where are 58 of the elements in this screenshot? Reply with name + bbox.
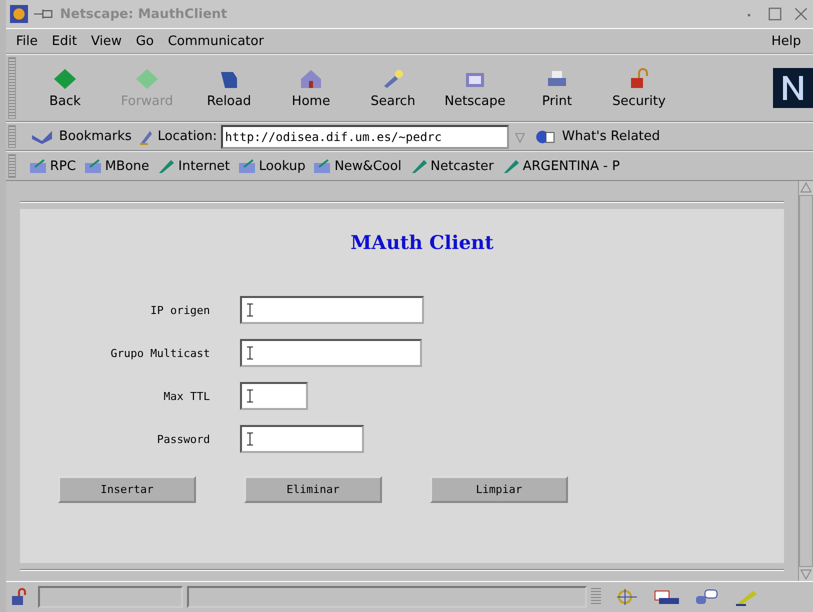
toolbar-button[interactable]: Security <box>598 68 680 108</box>
bookmark-link[interactable]: Internet <box>154 158 233 174</box>
toolbar-button[interactable]: Search <box>352 68 434 108</box>
menu-item[interactable]: File <box>10 34 46 48</box>
input-field[interactable] <box>240 425 364 453</box>
field-label: Password <box>156 432 211 446</box>
folder-icon <box>313 158 332 174</box>
bookmark-link[interactable]: RPC <box>26 158 79 174</box>
close-icon[interactable] <box>793 6 809 22</box>
input-field[interactable] <box>240 296 424 324</box>
bookmarks-button[interactable]: Bookmarks <box>28 128 134 144</box>
menu-item[interactable]: Communicator <box>162 34 272 48</box>
maximize-icon[interactable] <box>767 6 783 22</box>
bookmark-link[interactable]: Lookup <box>234 158 308 174</box>
bookmark-link[interactable]: Netcaster <box>406 158 497 174</box>
toolbar-button[interactable]: Home <box>270 68 352 108</box>
text-cursor-icon <box>246 432 254 446</box>
app-icon <box>10 5 28 23</box>
input-field[interactable] <box>240 382 308 410</box>
toolbar-grip[interactable] <box>8 57 16 119</box>
url-field[interactable]: http://odisea.dif.um.es/~pedrc <box>221 124 510 148</box>
text-cursor-icon <box>246 389 254 403</box>
menu-item[interactable]: Help <box>765 34 809 48</box>
form-button[interactable]: Eliminar <box>244 476 382 503</box>
page-heading: MAuth Client <box>349 231 495 256</box>
toolbar-button[interactable]: Reload <box>188 68 270 108</box>
toolbar-grip[interactable] <box>8 154 16 178</box>
form-button[interactable]: Limpiar <box>430 476 568 503</box>
toolbar-button[interactable]: Back <box>24 68 106 108</box>
logo-icon[interactable] <box>773 68 813 108</box>
text-cursor-icon <box>246 346 254 360</box>
toolbar-button[interactable]: Netscape <box>434 68 516 108</box>
toolbar-grip[interactable] <box>8 125 16 148</box>
scroll-up-icon[interactable] <box>800 181 812 193</box>
pin-icon[interactable] <box>34 8 54 20</box>
field-label: IP origen <box>149 304 211 316</box>
folder-icon <box>238 158 256 174</box>
scroll-down-icon[interactable] <box>800 569 812 581</box>
field-label: Max TTL <box>162 390 211 402</box>
toolbar-button[interactable]: Print <box>516 68 598 108</box>
menu-item[interactable]: Edit <box>46 34 85 48</box>
field-label: Grupo Multicast <box>110 346 211 360</box>
form-button[interactable]: Insertar <box>58 476 196 503</box>
bookmark-link[interactable]: New&Cool <box>310 158 405 174</box>
scrollbar[interactable] <box>798 181 813 581</box>
folder-icon <box>84 158 102 174</box>
bookmark-link[interactable]: ARGENTINA - P <box>498 158 623 174</box>
window-title: Netscape: MauthClient <box>60 6 228 22</box>
folder-icon <box>29 158 47 174</box>
whats-related-button[interactable]: What's Related <box>531 128 662 144</box>
text-cursor-icon <box>246 303 254 317</box>
input-field[interactable] <box>240 339 422 367</box>
mail-icon[interactable] <box>653 588 681 606</box>
menu-item[interactable]: View <box>84 34 130 48</box>
house-icon <box>299 68 323 90</box>
bookmark-link[interactable]: MBone <box>80 158 152 174</box>
menu-item[interactable]: Go <box>130 34 162 48</box>
location-label: Location: <box>158 129 218 144</box>
